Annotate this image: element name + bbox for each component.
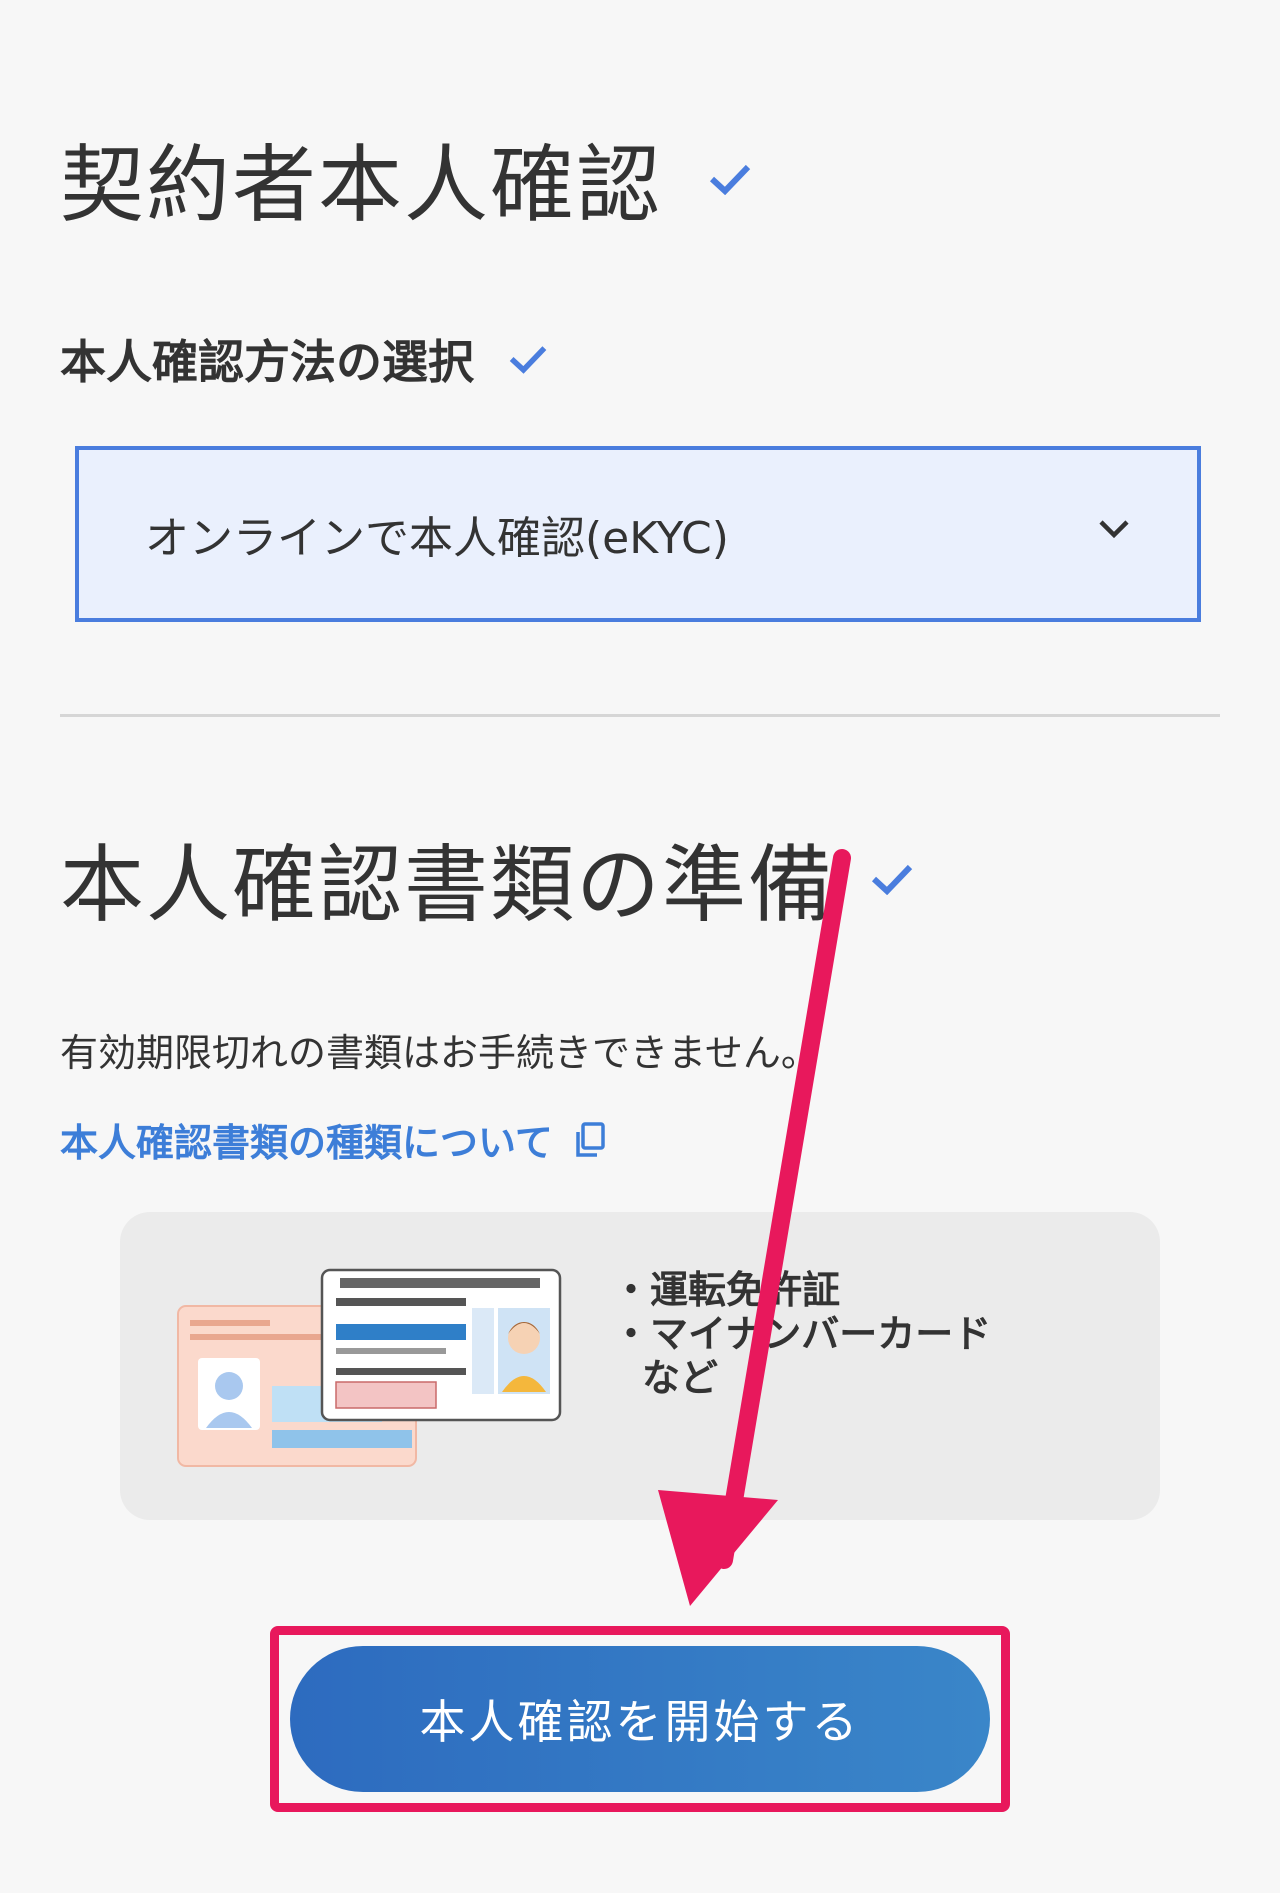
divider — [60, 714, 1220, 717]
document-types-link[interactable]: 本人確認書類の種類について — [60, 1112, 607, 1167]
document-item: ・運転免許証 — [612, 1268, 841, 1312]
expiry-note: 有効期限切れの書類はお手続きできません。 — [60, 1031, 819, 1075]
page-title-text: 契約者本人確認 — [60, 136, 663, 234]
document-types-link-text: 本人確認書類の種類について — [60, 1121, 553, 1165]
start-verification-button[interactable]: 本人確認を開始する — [290, 1646, 990, 1792]
annotation-arrow — [658, 849, 851, 1606]
method-heading: 本人確認方法の選択 — [60, 326, 548, 392]
document-list: ・運転免許証 ・マイナンバーカード など — [612, 1268, 991, 1400]
id-cards-illustration — [177, 1268, 562, 1467]
page-title: 契約者本人確認 — [60, 118, 752, 239]
verification-method-select[interactable]: オンラインで本人確認(eKYC) — [75, 446, 1201, 622]
chevron-down-icon — [1099, 520, 1129, 539]
check-icon — [709, 164, 751, 195]
method-label: 本人確認方法の選択 — [60, 335, 474, 389]
external-link-icon — [576, 1121, 605, 1157]
section-title-text: 本人確認書類の準備 — [60, 836, 835, 934]
check-icon — [509, 346, 547, 374]
section-title: 本人確認書類の準備 — [60, 818, 914, 939]
check-icon — [871, 864, 913, 895]
document-item: など — [642, 1356, 719, 1400]
document-item: ・マイナンバーカード — [612, 1312, 992, 1356]
select-value: オンラインで本人確認(eKYC) — [145, 513, 729, 564]
